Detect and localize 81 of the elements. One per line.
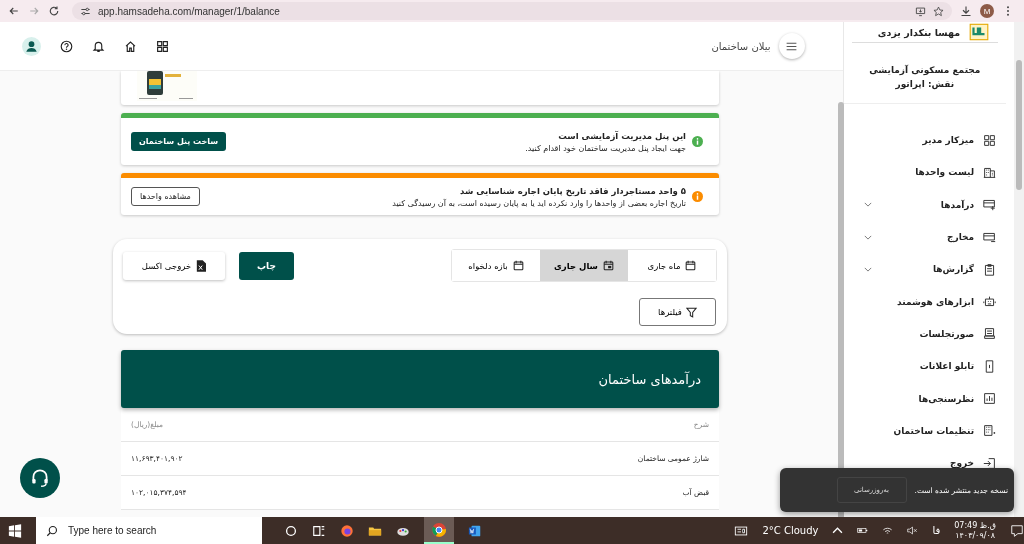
word-icon[interactable] xyxy=(468,523,482,538)
user-avatar-icon[interactable] xyxy=(22,36,41,56)
weather-news-icon[interactable] xyxy=(734,523,749,538)
calendar-icon xyxy=(685,260,697,271)
address-bar[interactable]: app.hamsadeha.com/manager/1/balance xyxy=(72,2,952,20)
sidebar-item[interactable]: مخارج xyxy=(843,220,1003,254)
battery-icon[interactable] xyxy=(857,525,869,536)
windows-start-icon[interactable] xyxy=(8,523,22,538)
filters-button[interactable]: فیلترها xyxy=(639,298,716,326)
cortana-circle-icon[interactable] xyxy=(284,523,298,538)
sidebar-item[interactable]: خروج xyxy=(843,446,1003,480)
alert-action-button[interactable]: مشاهده واحدها xyxy=(131,187,200,206)
user-name: مهسا بنکدار یزدی xyxy=(877,26,961,38)
alert-message: جهت ایجاد پنل مدیریت ساختمان خود اقدام کنید. xyxy=(525,143,686,153)
sidebar-item[interactable]: تنظیمات ساختمان xyxy=(843,414,1003,447)
chevron-down-icon xyxy=(863,202,872,208)
back-icon[interactable] xyxy=(8,5,20,17)
card-minus-icon xyxy=(983,230,997,244)
income-title: درآمدهای ساختمان xyxy=(598,371,701,387)
scrollbar[interactable] xyxy=(1014,22,1024,517)
info-icon xyxy=(692,191,703,202)
task-view-icon[interactable] xyxy=(312,523,326,538)
sidebar-item[interactable]: تابلو اعلانات xyxy=(843,350,1003,383)
calendar-icon xyxy=(512,260,524,271)
period-tab[interactable]: سال جاری xyxy=(540,250,628,281)
card-plus-icon xyxy=(983,198,997,212)
complex-name: مجتمع مسکونی آزمایشی xyxy=(869,65,981,75)
weather-text[interactable]: 2°C Cloudy xyxy=(762,525,819,536)
alert-action-button[interactable]: ساخت پنل ساختمان xyxy=(131,132,227,151)
calendar-icon xyxy=(602,260,614,271)
chart-icon xyxy=(983,392,997,405)
sidebar-item[interactable]: میزکار مدیر xyxy=(843,124,1003,157)
user-role: نقش: اپراتور xyxy=(895,79,955,89)
profile-avatar[interactable]: M xyxy=(980,4,994,18)
sidebar-item[interactable]: ابزارهای هوشمند xyxy=(843,285,1003,318)
bookmark-star-icon[interactable] xyxy=(933,5,944,17)
menu-button[interactable] xyxy=(778,33,805,59)
bell-icon[interactable] xyxy=(92,39,105,53)
alert-message: تاریخ اجاره بعضی از واحدها را وارد نکرده اید یا به پایان رسیده است، به آن رسیدگی کنید xyxy=(392,198,686,208)
wifi-icon[interactable] xyxy=(882,525,894,536)
building-icon xyxy=(983,165,997,179)
install-app-icon[interactable] xyxy=(915,5,926,17)
home-icon[interactable] xyxy=(124,39,137,53)
sidebar-item[interactable]: درآمدها xyxy=(843,188,1003,221)
clipboard-icon xyxy=(983,262,997,276)
language-indicator[interactable]: فا xyxy=(932,525,941,536)
download-icon[interactable] xyxy=(960,5,972,17)
print-button[interactable]: چاپ xyxy=(239,251,294,280)
chevron-down-icon xyxy=(863,234,872,240)
clock-date[interactable]: ۱۴۰۳/۰۹/۰۸ xyxy=(955,530,995,541)
alert-title: ۵ واحد مستاجردار فاقد تاریخ پایان اجاره شناسایی شد xyxy=(459,185,686,196)
headset-icon xyxy=(29,467,51,489)
chevron-down-icon xyxy=(863,266,872,272)
speaker-muted-icon[interactable] xyxy=(907,525,919,536)
robot-icon xyxy=(983,295,997,309)
site-settings-icon[interactable] xyxy=(80,5,91,17)
clock-time[interactable]: ق.ظ 07:49 xyxy=(954,520,996,531)
taskbar-search-field[interactable]: Type here to search xyxy=(36,517,262,544)
help-icon[interactable] xyxy=(60,39,73,53)
filter-icon xyxy=(685,306,697,318)
document-icon xyxy=(983,327,997,341)
logo-icon xyxy=(968,22,991,43)
chevron-up-icon[interactable] xyxy=(832,525,844,536)
apps-grid-icon[interactable] xyxy=(156,39,169,53)
alert-title: این پنل مدیریت آزمایشی است xyxy=(557,130,686,141)
reload-icon[interactable] xyxy=(48,5,60,17)
sidebar-item[interactable]: گزارش‌ها xyxy=(843,253,1003,286)
notification-icon[interactable] xyxy=(1010,523,1024,538)
search-icon xyxy=(46,524,58,537)
excel-export-button[interactable]: خروجی اکسل xyxy=(123,251,225,280)
settings-grid-icon xyxy=(983,424,997,438)
chrome-taskbar-button[interactable] xyxy=(424,517,454,544)
excel-file-icon xyxy=(196,259,207,272)
chrome-icon xyxy=(431,521,447,538)
sidebar-item[interactable]: صورتجلسات xyxy=(843,317,1003,351)
dashboard-icon xyxy=(983,133,997,147)
firefox-icon[interactable] xyxy=(340,523,354,538)
info-icon xyxy=(692,136,703,147)
sidebar-item[interactable]: نظرسنجی‌ها xyxy=(843,382,1003,415)
sidebar-item[interactable]: لیست واحدها xyxy=(843,156,1003,189)
page-title: بیلان ساختمان xyxy=(711,40,771,52)
